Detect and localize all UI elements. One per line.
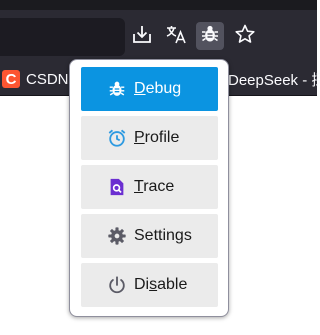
alarm-clock-icon xyxy=(106,127,128,149)
translate-icon xyxy=(165,23,187,50)
menu-item-label: Disable xyxy=(134,276,188,293)
bookmark-button[interactable] xyxy=(231,22,259,50)
csdn-logo-icon: C xyxy=(2,70,20,88)
menu-item-label: Trace xyxy=(134,178,175,195)
menu-item-disable[interactable]: Disable xyxy=(81,263,218,307)
bookmark-label: CSDN xyxy=(26,70,69,88)
address-bar[interactable] xyxy=(0,18,125,56)
menu-item-profile[interactable]: Profile xyxy=(81,116,218,160)
translate-button[interactable] xyxy=(162,22,190,50)
menu-item-debug[interactable]: Debug xyxy=(81,67,218,111)
trace-icon xyxy=(106,176,128,198)
download-button[interactable] xyxy=(128,22,156,50)
menu-item-label: Settings xyxy=(134,227,192,244)
menu-item-label: Profile xyxy=(134,129,180,146)
gear-icon xyxy=(106,225,128,247)
download-icon xyxy=(131,23,153,50)
window-titlebar xyxy=(0,0,317,10)
menu-item-settings[interactable]: Settings xyxy=(81,214,218,258)
bookmark-label: DeepSeek - 探 xyxy=(228,71,320,89)
bug-icon xyxy=(199,23,221,50)
menu-item-trace[interactable]: Trace xyxy=(81,165,218,209)
extension-popup-menu: Debug Profile Trace Settings Disable xyxy=(69,59,229,317)
menu-item-label: Debug xyxy=(134,80,182,97)
star-icon xyxy=(234,23,256,50)
bug-icon xyxy=(106,78,128,100)
power-icon xyxy=(106,274,128,296)
bookmark-csdn[interactable]: C CSDN xyxy=(2,69,69,89)
debug-extension-button[interactable] xyxy=(196,22,224,50)
bookmark-deepseek[interactable]: DeepSeek - 探 xyxy=(228,69,320,89)
